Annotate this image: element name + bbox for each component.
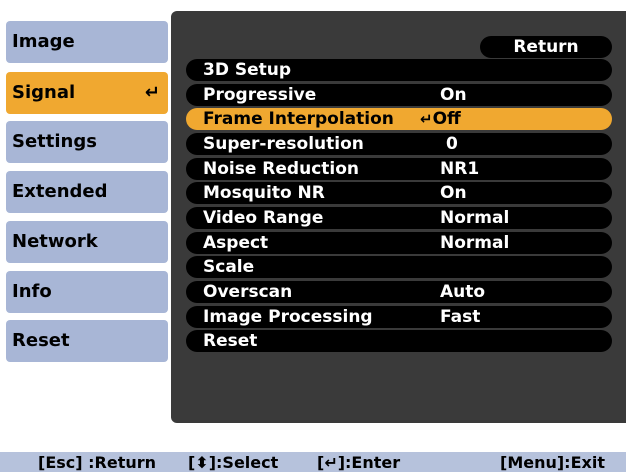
tab-signal[interactable]: Signal ↵ [6,72,168,114]
tab-label: Info [12,281,52,302]
help-menu: [Menu]:Exit [500,453,605,472]
tab-image[interactable]: Image [6,21,168,63]
menu-row-aspect[interactable]: Aspect Normal [186,232,612,254]
row-label: Super-resolution [203,134,364,154]
row-value: Off [432,109,461,129]
help-esc: [Esc] :Return [38,453,157,472]
menu-row-frame-interpolation[interactable]: Frame Interpolation ↵Off [186,108,612,130]
tab-label: Network [12,231,98,252]
row-label: 3D Setup [203,60,292,80]
enter-icon: ↵ [420,110,433,128]
row-label: Video Range [203,208,324,228]
row-label: Frame Interpolation [203,109,394,129]
row-label: Noise Reduction [203,159,360,179]
row-label: Aspect [203,233,269,253]
row-value: NR1 [440,159,480,179]
menu-row-3d-setup[interactable]: 3D Setup [186,59,612,81]
row-label: Reset [203,331,258,351]
menu-row-noise-reduction[interactable]: Noise Reduction NR1 [186,158,612,180]
menu-row-video-range[interactable]: Video Range Normal [186,207,612,229]
return-label: Return [513,37,579,57]
menu-row-reset[interactable]: Reset [186,330,612,352]
tab-reset[interactable]: Reset [6,320,168,362]
row-value: Auto [440,282,486,302]
projector-menu: Image Signal ↵ Settings Extended Network… [0,0,626,472]
row-value: Normal [440,208,510,228]
return-button[interactable]: Return [480,36,612,58]
row-value: 0 [446,134,458,154]
tab-network[interactable]: Network [6,221,168,263]
row-label: Mosquito NR [203,183,325,203]
row-value: On [440,85,467,105]
row-label: Overscan [203,282,293,302]
menu-row-overscan[interactable]: Overscan Auto [186,281,612,303]
tab-extended[interactable]: Extended [6,171,168,213]
row-label: Image Processing [203,307,373,327]
tab-info[interactable]: Info [6,271,168,313]
menu-row-super-resolution[interactable]: Super-resolution 0 [186,133,612,155]
tab-label: Extended [12,181,108,202]
help-select: [⬍]:Select [188,453,279,472]
tab-label: Settings [12,131,97,152]
row-label: Scale [203,257,255,277]
help-bar: [Esc] :Return [⬍]:Select [↵]:Enter [Menu… [0,452,626,472]
menu-row-progressive[interactable]: Progressive On [186,84,612,106]
enter-icon: ↵ [144,82,160,103]
row-label: Progressive [203,85,317,105]
row-value: On [440,183,467,203]
tab-settings[interactable]: Settings [6,121,168,163]
tab-label: Image [12,31,75,52]
menu-row-mosquito-nr[interactable]: Mosquito NR On [186,182,612,204]
row-value: Normal [440,233,510,253]
tab-label: Reset [12,330,70,351]
help-enter: [↵]:Enter [317,453,401,472]
row-value: Fast [440,307,481,327]
menu-row-scale[interactable]: Scale [186,256,612,278]
menu-row-image-processing[interactable]: Image Processing Fast [186,306,612,328]
tab-label: Signal [12,82,76,103]
